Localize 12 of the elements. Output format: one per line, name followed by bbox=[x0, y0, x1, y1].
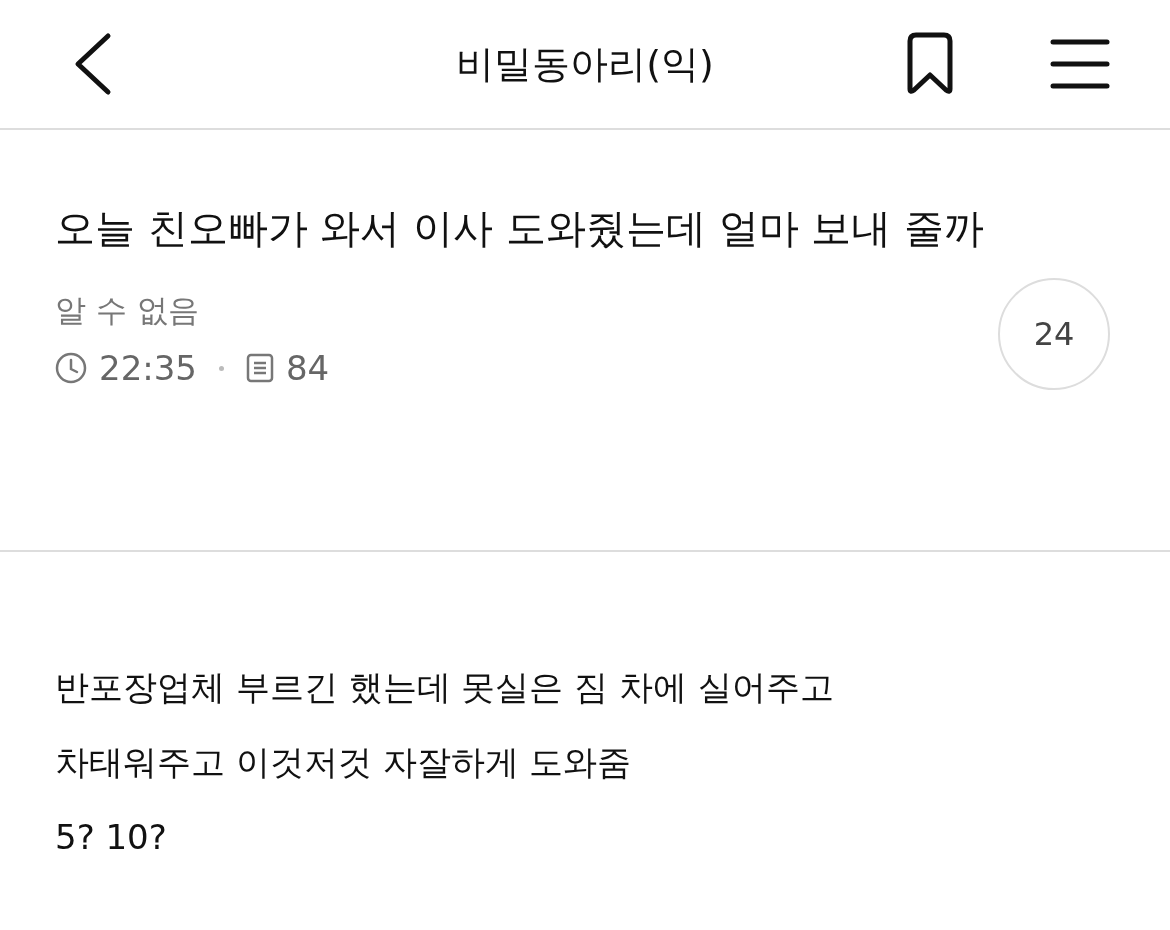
document-icon bbox=[246, 353, 274, 383]
post-title: 오늘 친오빠가 와서 이사 도와줬는데 얼마 보내 줄까 bbox=[55, 204, 985, 253]
view-count: 84 bbox=[286, 348, 330, 388]
menu-icon[interactable] bbox=[1050, 38, 1110, 90]
board-title: 비밀동아리(익) bbox=[456, 40, 714, 88]
author-name: 알 수 없음 bbox=[55, 291, 200, 330]
comment-count-button[interactable]: 24 bbox=[998, 278, 1110, 390]
post-time: 22:35 bbox=[99, 348, 197, 388]
body-text-line: 5? 10? bbox=[55, 816, 168, 859]
body-text-line: 차태워주고 이것저것 자잘하게 도와줌 bbox=[55, 741, 633, 784]
clock-icon bbox=[55, 352, 87, 384]
body-text-line: 반포장업체 부르긴 했는데 못실은 짐 차에 실어주고 bbox=[55, 666, 835, 709]
